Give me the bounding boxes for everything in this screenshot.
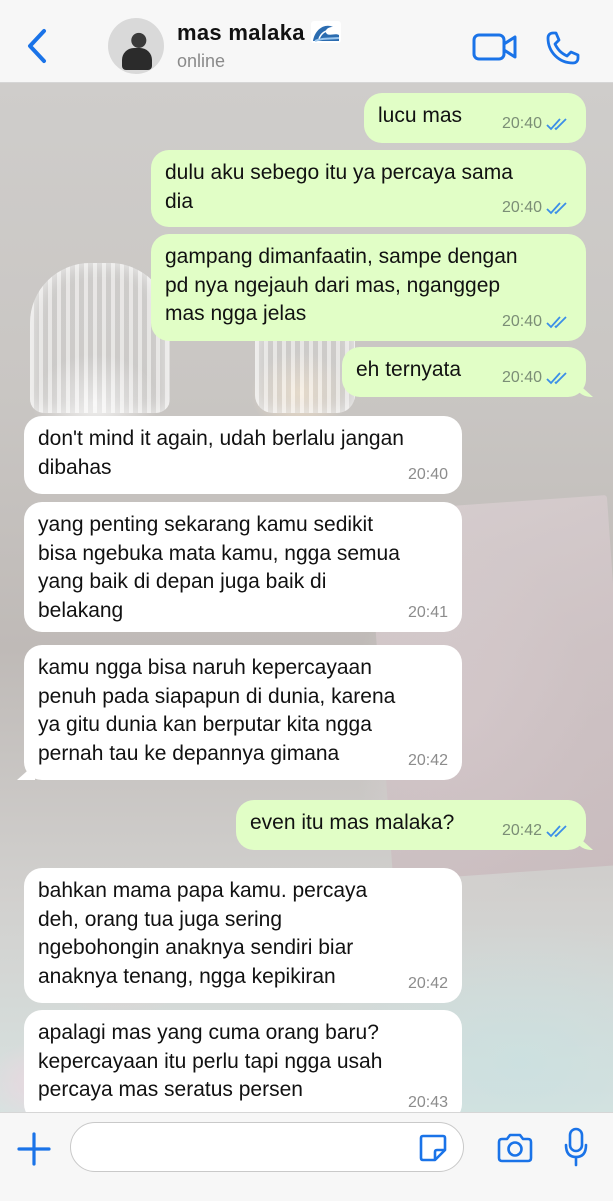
- message-time: 20:43: [407, 1093, 448, 1111]
- message-bubble-outgoing[interactable]: gampang dimanfaatin, sampe dengan pd nya…: [151, 234, 586, 341]
- message-bubble-outgoing[interactable]: lucu mas 20:40: [364, 93, 586, 143]
- sticker-icon[interactable]: [418, 1133, 448, 1163]
- message-input[interactable]: [70, 1122, 464, 1172]
- message-time: 20:40: [501, 312, 542, 330]
- message-meta: 20:41: [408, 599, 448, 628]
- message-meta: 20:40: [502, 364, 572, 393]
- message-text: yang penting sekarang kamu sedikit bisa …: [38, 513, 400, 622]
- chat-area[interactable]: lucu mas 20:40 dulu aku sebego itu ya pe…: [0, 83, 613, 1112]
- read-ticks-icon: [546, 202, 567, 215]
- contact-name-label: mas malaka: [177, 20, 305, 45]
- message-time: 20:42: [407, 751, 448, 769]
- contact-avatar[interactable]: [108, 18, 164, 74]
- read-ticks-icon: [546, 372, 567, 385]
- message-bubble-outgoing[interactable]: dulu aku sebego itu ya percaya sama dia …: [151, 150, 586, 227]
- message-text: kamu ngga bisa naruh kepercayaan penuh p…: [38, 656, 396, 765]
- message-bubble-incoming[interactable]: kamu ngga bisa naruh kepercayaan penuh p…: [24, 645, 462, 780]
- message-text: don't mind it again, udah berlalu jangan…: [38, 427, 404, 479]
- message-bubble-incoming[interactable]: don't mind it again, udah berlalu jangan…: [24, 416, 462, 494]
- message-meta: 20:42: [408, 747, 448, 776]
- message-time: 20:40: [501, 114, 542, 132]
- phone-icon[interactable]: [545, 30, 581, 66]
- wave-emoji-icon: [310, 21, 341, 43]
- video-call-icon[interactable]: [472, 30, 518, 64]
- chat-header: mas malaka online: [0, 0, 613, 83]
- read-ticks-icon: [546, 316, 567, 329]
- message-meta: 20:40: [408, 461, 448, 490]
- message-meta: 20:40: [502, 308, 572, 337]
- message-bubble-incoming[interactable]: yang penting sekarang kamu sedikit bisa …: [24, 502, 462, 632]
- message-input-bar: [0, 1112, 613, 1201]
- plus-icon[interactable]: [16, 1131, 52, 1167]
- message-meta: 20:42: [408, 970, 448, 999]
- message-meta: 20:40: [502, 194, 572, 223]
- message-bubble-incoming[interactable]: bahkan mama papa kamu. percaya deh, oran…: [24, 868, 462, 1003]
- message-time: 20:40: [501, 198, 542, 216]
- message-meta: 20:40: [502, 110, 572, 139]
- message-time: 20:41: [407, 603, 448, 621]
- message-time: 20:42: [407, 974, 448, 992]
- contact-name[interactable]: mas malaka: [177, 20, 341, 46]
- message-time: 20:40: [407, 465, 448, 483]
- contact-status: online: [177, 51, 226, 71]
- read-ticks-icon: [546, 825, 567, 838]
- message-bubble-outgoing[interactable]: eh ternyata 20:40: [342, 347, 586, 397]
- message-bubble-incoming[interactable]: apalagi mas yang cuma orang baru? keperc…: [24, 1010, 462, 1112]
- message-text: apalagi mas yang cuma orang baru? keperc…: [38, 1021, 383, 1101]
- camera-icon[interactable]: [496, 1133, 534, 1163]
- message-time: 20:42: [501, 821, 542, 839]
- back-chevron-icon[interactable]: [20, 26, 54, 66]
- background-glass-left: [30, 263, 170, 413]
- message-time: 20:40: [501, 368, 542, 386]
- microphone-icon[interactable]: [564, 1127, 588, 1167]
- read-ticks-icon: [546, 118, 567, 131]
- message-bubble-outgoing[interactable]: even itu mas malaka? 20:42: [236, 800, 586, 850]
- message-meta: 20:42: [502, 817, 572, 846]
- message-meta: 20:43: [408, 1089, 448, 1113]
- message-text: bahkan mama papa kamu. percaya deh, oran…: [38, 879, 368, 988]
